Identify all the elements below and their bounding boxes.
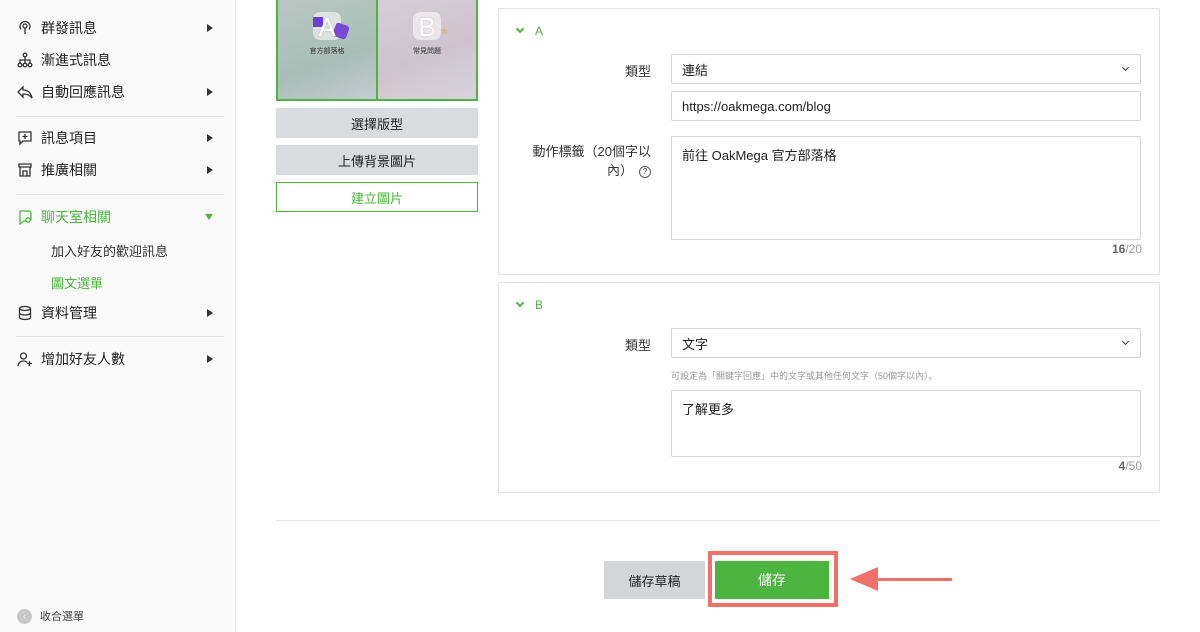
- pointer-arrow-line: [876, 578, 952, 581]
- counter-max: /50: [1125, 459, 1142, 473]
- caret-right-icon: [207, 24, 213, 32]
- caret-right-icon: [207, 309, 213, 317]
- choose-template-button[interactable]: 選擇版型: [276, 108, 478, 138]
- sidebar-item-label: 增加好友人數: [41, 351, 125, 367]
- collapse-menu-button[interactable]: ‹ 收合選單: [17, 608, 84, 624]
- upload-background-button[interactable]: 上傳背景圖片: [276, 145, 478, 175]
- sidebar-item-sequence[interactable]: 漸進式訊息: [0, 45, 236, 75]
- action-label-line1: 動作標籤（20個字以: [532, 144, 651, 159]
- counter-current: 16: [1111, 242, 1126, 256]
- pointer-arrow-head: [850, 567, 878, 591]
- action-label-textarea[interactable]: 前往 OakMega 官方部落格: [671, 136, 1141, 240]
- sidebar-subitem-welcome[interactable]: 加入好友的歡迎訊息: [51, 241, 168, 260]
- section-b-toggle[interactable]: B: [515, 298, 544, 312]
- footer-divider: [276, 520, 1160, 521]
- sidebar-item-label: 群發訊息: [41, 20, 97, 36]
- caret-right-icon: [207, 166, 213, 174]
- reply-icon: [17, 84, 33, 100]
- sidebar-item-label: 訊息項目: [41, 130, 97, 146]
- chevron-down-icon: [1121, 63, 1130, 72]
- section-title: B: [535, 298, 544, 312]
- sidebar-divider: [16, 194, 224, 195]
- sidebar-item-message-items[interactable]: 訊息項目: [0, 123, 236, 153]
- type-label: 類型: [624, 338, 651, 353]
- sidebar-item-label: 自動回應訊息: [41, 84, 125, 100]
- sidebar-item-chatroom[interactable]: 聊天室相關: [0, 202, 236, 232]
- sidebar-item-label: 資料管理: [41, 305, 97, 321]
- tile-caption: 常見問題: [413, 48, 441, 55]
- caret-right-icon: [207, 134, 213, 142]
- section-a-toggle[interactable]: A: [515, 24, 544, 38]
- sidebar-divider: [16, 336, 224, 337]
- character-counter: 4/50: [1119, 459, 1142, 473]
- save-button[interactable]: 儲存: [715, 561, 829, 599]
- caret-right-icon: [207, 88, 213, 96]
- text-textarea[interactable]: 了解更多: [671, 390, 1141, 457]
- caret-right-icon: [207, 355, 213, 363]
- preview-tile-b[interactable]: ★ B 常見問題: [376, 0, 476, 99]
- tile-letter: A: [318, 12, 336, 42]
- action-label-line2: 內）: [606, 163, 633, 178]
- database-icon: [17, 305, 33, 321]
- tile-caption: 官方部落格: [309, 48, 345, 55]
- type-select-a[interactable]: 連結: [671, 54, 1141, 84]
- sidebar-divider: [16, 116, 224, 117]
- type-select-value: 連結: [682, 62, 709, 78]
- sidebar-item-broadcast[interactable]: 群發訊息: [0, 13, 236, 43]
- chevron-down-icon: [515, 298, 525, 308]
- create-image-button[interactable]: 建立圖片: [276, 182, 478, 212]
- collapse-menu-label: 收合選單: [40, 611, 84, 623]
- action-section-b: B 類型 文字 可設定為「關鍵字回應」中的文字或其他任何文字（50個字以內）。 …: [498, 282, 1160, 493]
- type-label: 類型: [624, 64, 651, 79]
- counter-max: /20: [1125, 242, 1142, 256]
- sidebar: 群發訊息 漸進式訊息 自動回應訊息 訊息項目 推廣相關 聊天室相關 加入好友的歡…: [0, 0, 236, 632]
- type-select-b[interactable]: 文字: [671, 328, 1141, 358]
- section-title: A: [535, 24, 544, 38]
- preview-tile-a[interactable]: A 官方部落格: [278, 0, 376, 99]
- rich-menu-preview: A 官方部落格 ★ B 常見問題: [276, 0, 478, 101]
- sidebar-item-add-friends[interactable]: 增加好友人數: [0, 344, 236, 374]
- store-icon: [17, 162, 33, 178]
- tile-letter: B: [418, 12, 436, 42]
- text-hint: 可設定為「關鍵字回應」中的文字或其他任何文字（50個字以內）。: [671, 371, 938, 381]
- chevron-left-icon: ‹: [17, 608, 32, 624]
- add-friend-icon: [17, 351, 33, 367]
- sidebar-item-label: 漸進式訊息: [41, 52, 111, 68]
- message-add-icon: [17, 130, 33, 146]
- hierarchy-icon: [17, 52, 33, 68]
- chevron-down-icon: [515, 24, 525, 34]
- sidebar-item-label: 推廣相關: [41, 162, 97, 178]
- sidebar-item-data-management[interactable]: 資料管理: [0, 298, 236, 328]
- action-label: 動作標籤（20個字以 內）?: [519, 142, 651, 180]
- caret-down-icon: [205, 214, 213, 220]
- type-select-value: 文字: [682, 336, 709, 352]
- sidebar-item-promotion[interactable]: 推廣相關: [0, 155, 236, 185]
- url-input[interactable]: https://oakmega.com/blog: [671, 91, 1141, 121]
- chat-icon: [17, 209, 33, 225]
- save-draft-button[interactable]: 儲存草稿: [604, 561, 705, 599]
- sidebar-subitem-rich-menu[interactable]: 圖文選單: [51, 273, 103, 292]
- action-section-a: A 類型 連結 https://oakmega.com/blog 動作標籤（20…: [498, 8, 1160, 275]
- main-content: A 官方部落格 ★ B 常見問題 選擇版型 上傳背景圖片 建立圖片 A 類型 連…: [236, 0, 1200, 632]
- chevron-down-icon: [1121, 337, 1130, 346]
- character-counter: 16/20: [1112, 242, 1142, 256]
- sidebar-item-label: 聊天室相關: [41, 209, 111, 225]
- help-icon[interactable]: ?: [639, 165, 651, 178]
- sidebar-item-auto-reply[interactable]: 自動回應訊息: [0, 77, 236, 107]
- broadcast-icon: [17, 20, 33, 36]
